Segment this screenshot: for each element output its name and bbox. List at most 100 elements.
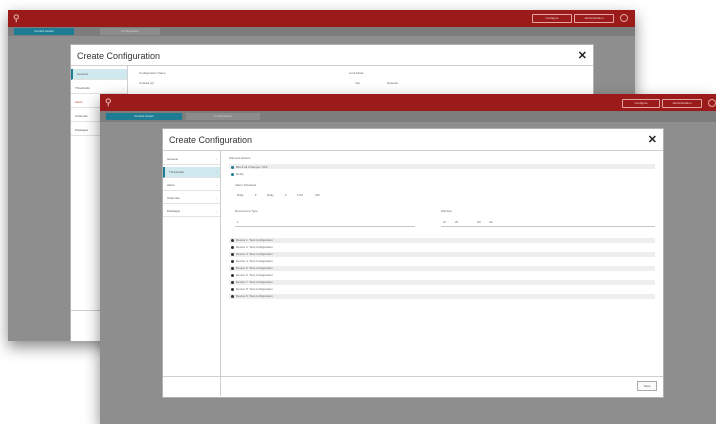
list-item[interactable] [229, 294, 655, 299]
expand-icon [231, 280, 234, 284]
back-dialog-title: Create Configuration [77, 51, 161, 61]
list-item[interactable] [229, 238, 655, 243]
back-sidebar-label: Alerts [75, 100, 83, 104]
schedule-select-2[interactable]: Daily [267, 193, 274, 197]
expand-icon [231, 287, 234, 291]
settings-icon[interactable] [708, 99, 716, 107]
package-label: Device 2: Test configuration [236, 245, 273, 249]
expand-icon [231, 273, 234, 277]
action-item-2[interactable]: Notify [231, 172, 244, 176]
back-settings-icon[interactable] [620, 14, 628, 22]
package-label: Device 1: Test configuration [236, 238, 273, 242]
package-item[interactable]: Device 3: Test configuration [231, 252, 273, 256]
sidebar: General › Thresholds › Alerts › Channels › P… [163, 151, 221, 396]
package-item[interactable]: Device 5: Test configuration [231, 266, 273, 270]
chevron-right-icon: › [123, 86, 124, 90]
chevron-down-icon[interactable]: ▾ [255, 193, 257, 197]
chevron-right-icon: › [216, 183, 217, 187]
back-lock-label: Lock Mode [349, 71, 364, 75]
package-item[interactable]: Device 1: Test configuration [231, 238, 273, 242]
action-item-1[interactable]: Block all Changes: OFF [231, 165, 268, 169]
sidebar-label: Packages [167, 209, 181, 213]
save-button[interactable]: Save [637, 381, 657, 391]
schedule-ampm[interactable]: AM [315, 193, 320, 197]
package-label: Device 5: Test configuration [236, 266, 273, 270]
sidebar-item-general[interactable]: General › [163, 154, 220, 165]
schedule-time[interactable]: 1:00 [297, 193, 303, 197]
back-title-divider [71, 65, 593, 66]
sidebar-label: Alerts [167, 183, 175, 187]
back-configure-button[interactable]: Configure [532, 14, 572, 23]
back-tab-configuration[interactable]: Configuration [100, 28, 160, 35]
back-config-name-label: Configuration Name [139, 71, 166, 75]
window-value-1[interactable]: 1h [443, 220, 446, 224]
window-value-4[interactable]: 4m [489, 220, 493, 224]
chevron-right-icon: › [216, 209, 217, 213]
expand-icon [231, 238, 234, 242]
package-item[interactable]: Device 2: Test configuration [231, 245, 273, 249]
back-option-yes[interactable]: Yes [355, 81, 360, 85]
package-label: Device 4: Test configuration [236, 259, 273, 263]
back-app-logo: ⚲ [13, 13, 20, 23]
sidebar-item-packages[interactable]: Packages › [163, 206, 220, 217]
package-label: Device 9: Test configuration [236, 294, 273, 298]
chevron-right-icon: › [216, 157, 217, 161]
back-sidebar-label: Thresholds [75, 86, 90, 90]
list-item[interactable] [229, 266, 655, 271]
back-sidebar-label: General [77, 72, 88, 76]
expand-icon [231, 259, 234, 263]
tab-strip: Control Center Configuration [100, 111, 716, 122]
package-item[interactable]: Device 8: Test configuration [231, 287, 273, 291]
window-value-2[interactable]: 2h [455, 220, 458, 224]
action-label: Notify [236, 172, 244, 176]
configure-button[interactable]: Configure [622, 99, 660, 108]
package-item[interactable]: Device 9: Test configuration [231, 294, 273, 298]
back-config-name-value[interactable]: Untitled (2) [139, 81, 154, 85]
footer-divider [163, 376, 663, 377]
front-title-bar: ⚲ Configure Administration [100, 94, 716, 112]
action-row[interactable] [229, 164, 655, 169]
sidebar-label: General [167, 157, 178, 161]
chevron-right-icon: › [216, 170, 217, 174]
back-option-network[interactable]: Network [387, 81, 398, 85]
package-label: Device 8: Test configuration [236, 287, 273, 291]
window-value-3[interactable]: 3m [477, 220, 481, 224]
tab-control-center[interactable]: Control Center [106, 113, 182, 120]
front-app-logo: ⚲ [105, 97, 112, 107]
back-sidebar-item-general[interactable]: General › [71, 69, 127, 80]
back-sidebar-label: Channels [75, 114, 88, 118]
create-config-dialog: Create Configuration ✕ General › Threshol… [162, 128, 664, 398]
close-icon[interactable]: ✕ [648, 133, 657, 146]
tab-configuration[interactable]: Configuration [186, 113, 260, 120]
back-close-icon[interactable]: ✕ [578, 49, 587, 62]
package-item[interactable]: Device 6: Test configuration [231, 273, 273, 277]
chevron-down-icon[interactable]: ▾ [285, 193, 287, 197]
sidebar-item-thresholds[interactable]: Thresholds › [163, 167, 220, 178]
bullet-icon [231, 172, 234, 176]
recurrence-input[interactable]: 1 [237, 220, 239, 224]
expand-icon [231, 266, 234, 270]
schedule-label: Alarm Schedule [235, 183, 257, 187]
schedule-select-1[interactable]: Daily [237, 193, 244, 197]
chevron-right-icon: › [123, 72, 124, 76]
sidebar-item-alerts[interactable]: Alerts › [163, 180, 220, 191]
sidebar-item-channels[interactable]: Channels › [163, 193, 220, 204]
list-item[interactable] [229, 280, 655, 285]
administration-button[interactable]: Administration [662, 99, 702, 108]
package-item[interactable]: Device 7: Test configuration [231, 280, 273, 284]
back-title-bar: ⚲ Configure Administration [8, 10, 635, 28]
list-item[interactable] [229, 252, 655, 257]
back-sidebar-item-thresholds[interactable]: Thresholds › [71, 83, 127, 94]
package-label: Device 7: Test configuration [236, 280, 273, 284]
back-tab-control-center[interactable]: Control Center [14, 28, 74, 35]
sidebar-label: Channels [167, 196, 180, 200]
back-administration-button[interactable]: Administration [574, 14, 614, 23]
title-divider [163, 150, 663, 151]
back-tab-strip: Control Center Configuration [8, 27, 635, 36]
dialog-title: Create Configuration [169, 135, 253, 145]
expand-icon [231, 252, 234, 256]
bullet-icon [231, 165, 234, 169]
expand-icon [231, 245, 234, 249]
recurrence-underline [235, 226, 415, 227]
package-item[interactable]: Device 4: Test configuration [231, 259, 273, 263]
